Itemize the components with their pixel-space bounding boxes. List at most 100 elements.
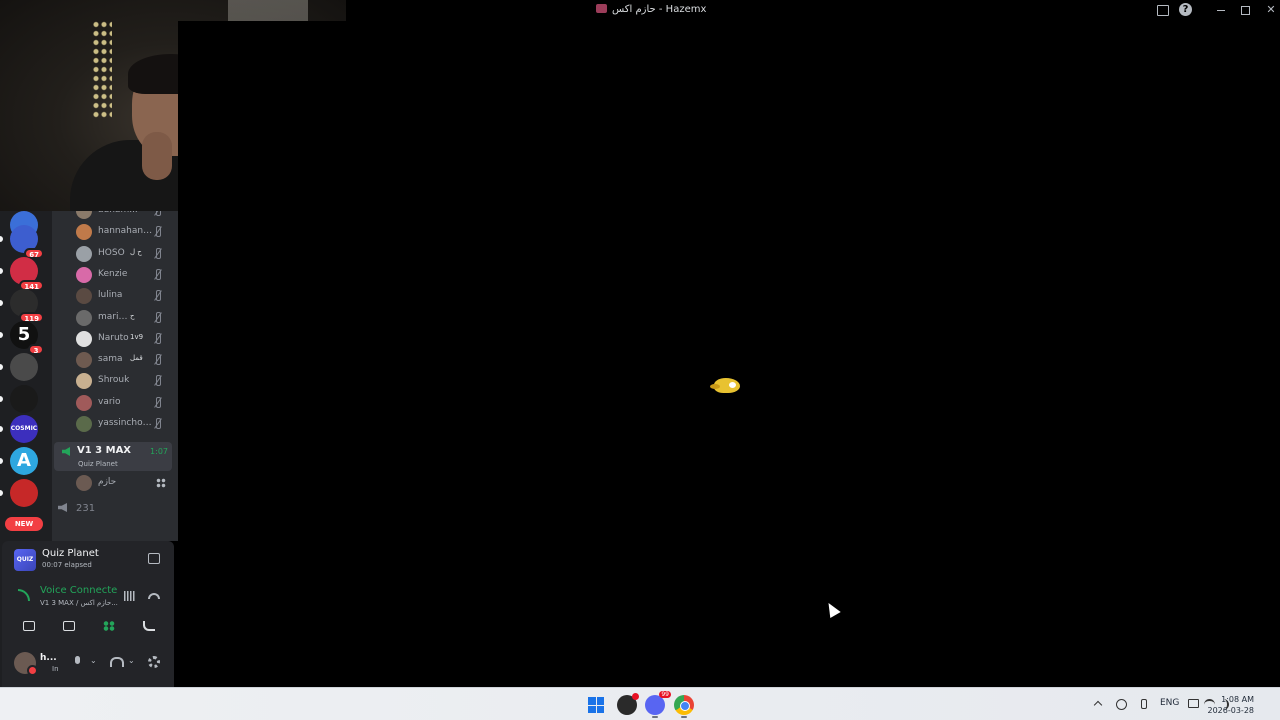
voice-channel-231-name: 231 [76, 503, 96, 514]
mention-badge: 3 [28, 344, 44, 355]
unread-pill [0, 426, 3, 432]
member-tag: ح ل [130, 247, 142, 256]
voice-member[interactable]: HOSO ح ل [76, 245, 172, 263]
deafened-icon [152, 268, 162, 280]
chevron-down-icon[interactable]: ⌄ [128, 656, 135, 665]
share-screen-button[interactable] [52, 617, 86, 635]
tray-expand-icon[interactable] [1093, 700, 1103, 710]
headphones-icon[interactable] [110, 656, 124, 668]
unread-pill [0, 300, 3, 306]
tray-network-icon[interactable] [1116, 699, 1127, 710]
help-icon[interactable]: ? [1179, 3, 1192, 16]
server-gaming[interactable]: 67 [10, 225, 44, 259]
user-name[interactable]: h... [40, 653, 57, 663]
clock-time: 1:08 AM [1221, 695, 1254, 704]
activity-row[interactable]: QUIZ Quiz Planet 00:07 elapsed [10, 547, 168, 575]
member-name: sama [98, 354, 123, 365]
activity-elapsed: 00:07 elapsed [42, 561, 92, 569]
popout-icon[interactable] [148, 553, 160, 564]
member-name: Shrouk [98, 375, 130, 386]
voice-member[interactable]: hannahann... [76, 223, 172, 241]
maximize-button[interactable] [1238, 3, 1252, 17]
voice-member[interactable]: yassinchop... [76, 415, 172, 433]
deafened-icon [152, 247, 162, 259]
noise-suppression-icon[interactable] [124, 591, 136, 601]
taskbar-app-chrome[interactable] [674, 695, 694, 715]
avatar [76, 330, 92, 347]
voice-member[interactable]: lulina [76, 287, 172, 305]
window-title-text: حازم اكس - Hazemx [612, 4, 707, 15]
chevron-down-icon[interactable]: ⌄ [90, 656, 97, 665]
quiz-planet-icon: QUIZ [14, 549, 36, 571]
avatar [76, 394, 92, 411]
server-mask[interactable] [10, 385, 38, 413]
close-button[interactable]: ✕ [1264, 3, 1278, 17]
server-red[interactable] [10, 479, 38, 507]
activity-name: Quiz Planet [42, 548, 99, 559]
microphone-icon[interactable] [72, 656, 84, 668]
screen-share-icon[interactable] [1155, 3, 1169, 17]
voice-connected-channel[interactable]: V1 3 MAX / حازم اكس... [40, 599, 118, 607]
avatar [76, 288, 92, 305]
clock-date: 2026-03-28 [1207, 706, 1255, 715]
share-screen-icon [63, 621, 75, 631]
server-skull[interactable] [10, 353, 38, 381]
member-name: vario [98, 396, 121, 407]
clock[interactable]: 1:08 AM 2026-03-28 [1208, 694, 1255, 716]
voice-channel-activity: Quiz Planet [78, 460, 118, 468]
member-tag: 1v9 [130, 332, 144, 341]
member-name: adham... [98, 211, 138, 215]
member-name: حازم [98, 477, 117, 487]
tray-mic-icon[interactable] [1138, 699, 1149, 710]
start-button[interactable] [588, 697, 604, 713]
activity-button[interactable] [92, 617, 126, 635]
server-dark[interactable]: 119 [10, 289, 44, 323]
new-badge[interactable]: NEW [5, 517, 43, 531]
server-arabic[interactable]: 141 [10, 257, 44, 291]
game-bird-sprite [710, 378, 740, 393]
discord-badge: 99 [659, 691, 671, 698]
activity-icon [156, 478, 166, 488]
avatar [76, 416, 92, 432]
voice-channel-231[interactable]: 231 [58, 503, 95, 514]
taskbar-app-obs[interactable] [617, 693, 639, 715]
voice-channel-time: 1:07 [150, 447, 168, 456]
voice-member[interactable]: vario [76, 394, 172, 412]
voice-member[interactable]: mariam ح [76, 309, 172, 327]
tray-display-icon[interactable] [1188, 699, 1199, 708]
server-letter: A [17, 450, 31, 471]
voice-member[interactable]: sama قمل [76, 351, 172, 369]
settings-gear-icon[interactable] [148, 656, 160, 668]
camera-off-button[interactable] [12, 617, 46, 635]
deafened-icon [152, 226, 162, 238]
voice-member[interactable]: Kenzie [76, 266, 172, 284]
unread-pill [0, 364, 3, 370]
language-indicator[interactable]: ENG [1160, 698, 1179, 708]
deafened-icon [152, 290, 162, 302]
member-name: mariam [98, 311, 130, 322]
voice-member[interactable]: Naruto 1v9 [76, 330, 172, 348]
voice-channel-v13max[interactable]: V1 3 MAX Quiz Planet 1:07 [54, 442, 172, 471]
user-avatar[interactable] [14, 652, 38, 676]
game-canvas[interactable] [178, 21, 1280, 687]
voice-connected-label[interactable]: Voice Connecte [40, 585, 117, 596]
soundboard-button[interactable] [132, 617, 166, 635]
avatar [76, 309, 92, 326]
minimize-button[interactable] [1214, 3, 1228, 17]
activity-grid-icon [103, 621, 115, 631]
server-a[interactable]: A [10, 447, 38, 475]
taskbar-app-discord[interactable]: 99 [645, 691, 671, 715]
voice-member-hazem[interactable]: حازم [76, 474, 172, 492]
server-cosmic[interactable]: COSMIC [10, 415, 38, 443]
active-indicator [681, 716, 687, 718]
avatar [76, 373, 92, 390]
signal-icon[interactable] [18, 589, 30, 601]
disconnect-icon[interactable] [148, 593, 160, 599]
voice-member[interactable]: Shrouk [76, 372, 172, 390]
member-name: Naruto [98, 332, 129, 343]
user-panel: QUIZ Quiz Planet 00:07 elapsed Voice Con… [2, 541, 174, 687]
voice-member[interactable]: adham... [76, 211, 172, 220]
server-5[interactable]: 53 [10, 321, 44, 355]
deafened-icon [152, 311, 162, 323]
window-title: حازم اكس - Hazemx [596, 4, 706, 15]
